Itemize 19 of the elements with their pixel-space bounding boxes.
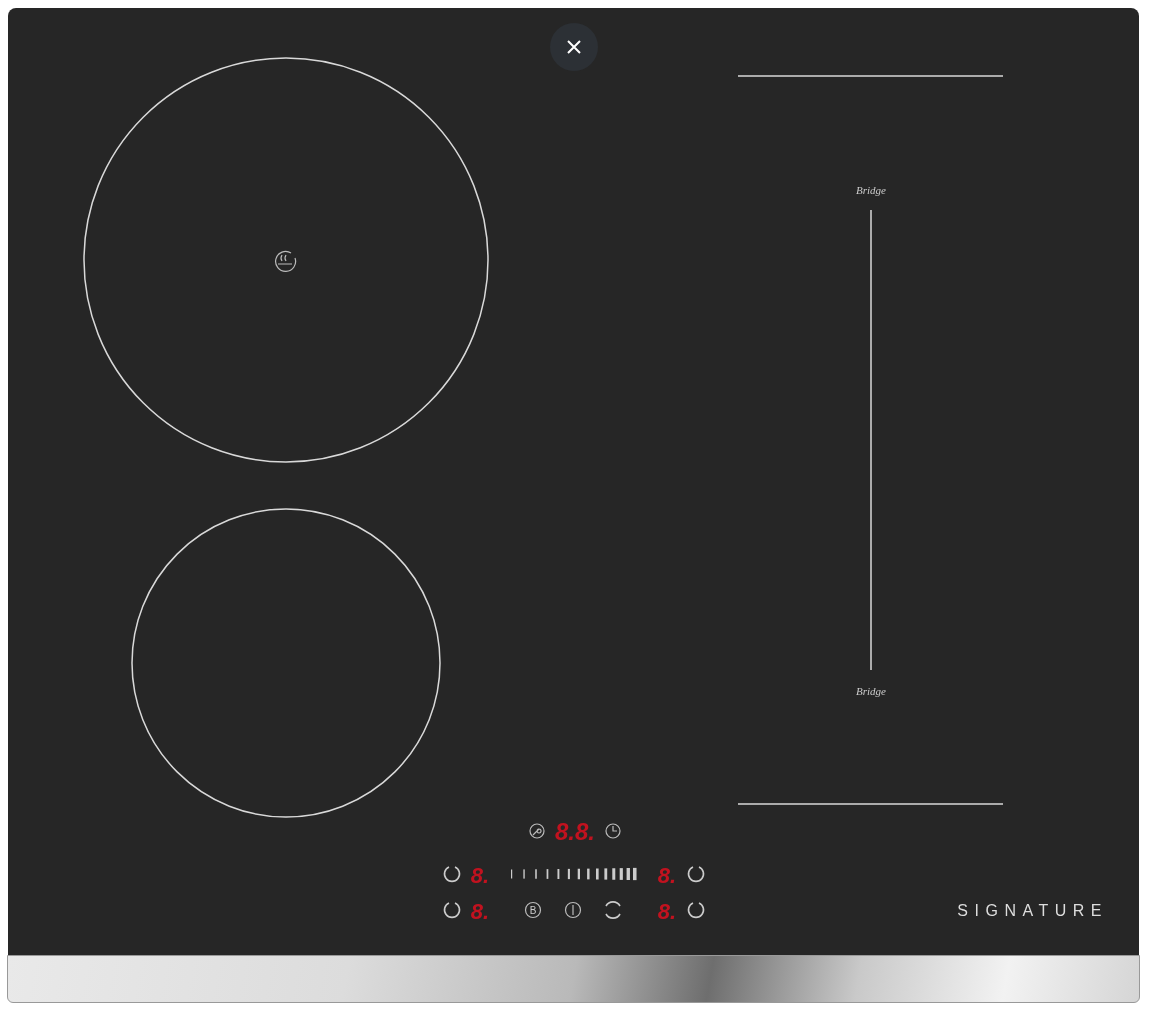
zone-select-icon[interactable] (443, 866, 461, 883)
boost-key[interactable]: B (524, 901, 542, 919)
bridge-icon[interactable] (605, 901, 621, 919)
pan-steam-icon (275, 250, 297, 273)
zone-level-display: 8. (657, 863, 677, 888)
key-icon[interactable] (529, 823, 545, 839)
zone-select-icon[interactable] (443, 902, 461, 919)
close-button[interactable] (550, 23, 598, 71)
timer-display: 8.8. (555, 818, 595, 845)
zone-select-icon[interactable] (687, 902, 705, 919)
clock-icon[interactable] (605, 823, 621, 839)
power-icon[interactable] (564, 901, 582, 919)
brand-logo: SIGNATURE (957, 902, 1108, 919)
bridge-label: Bridge (856, 184, 886, 196)
bridge-label: Bridge (856, 685, 886, 697)
zone-select-icon[interactable] (687, 866, 705, 883)
zone-level-display: 8. (470, 899, 490, 924)
zone-level-display: 8. (470, 863, 490, 888)
zone-level-display: 8. (657, 899, 677, 924)
